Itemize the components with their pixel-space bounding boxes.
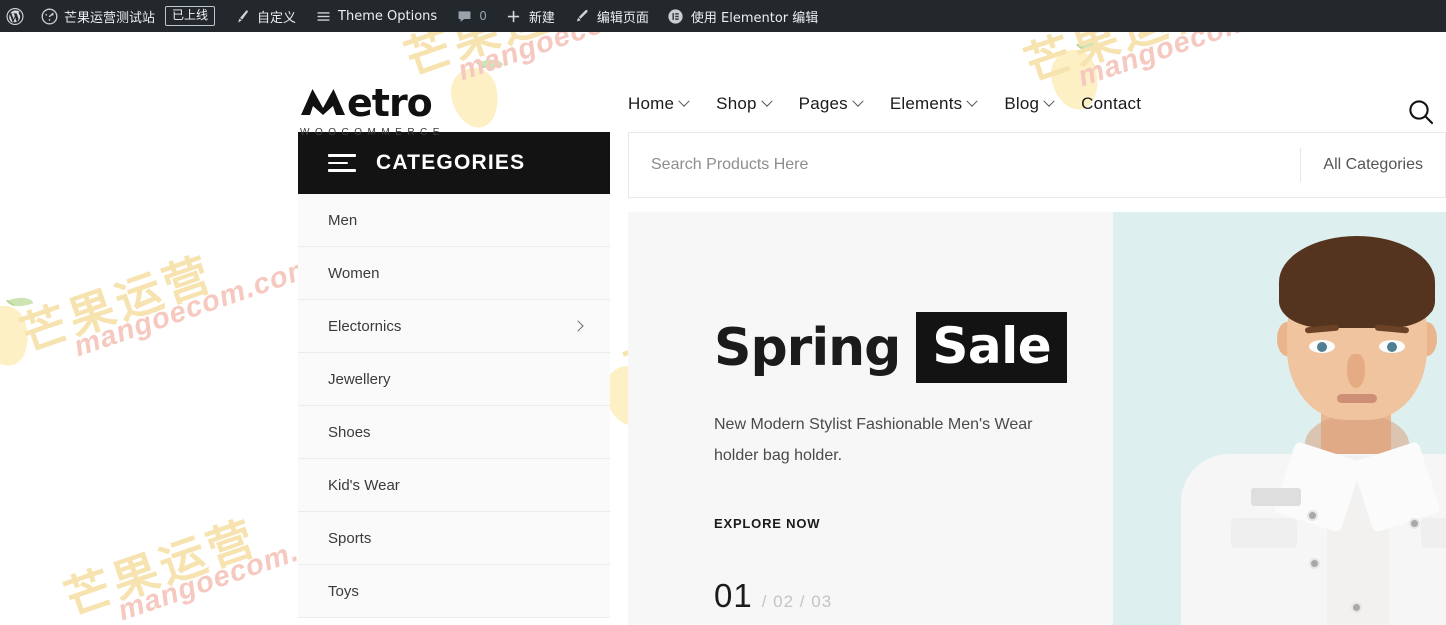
- category-label: Men: [328, 211, 358, 229]
- category-label: Toys: [328, 582, 359, 600]
- brush-icon: [233, 7, 251, 25]
- comment-count: 0: [479, 9, 487, 23]
- admin-bar-edit-page[interactable]: 编辑页面: [564, 0, 658, 32]
- slide-rest[interactable]: / 02 / 03: [762, 592, 832, 612]
- chevron-down-icon: [678, 95, 690, 107]
- nav-item-blog[interactable]: Blog: [1004, 94, 1055, 114]
- categories-header[interactable]: CATEGORIES: [298, 132, 610, 194]
- admin-bar-wordpress-logo[interactable]: [0, 0, 31, 32]
- product-search-bar: All Categories: [628, 132, 1446, 198]
- category-item-shoes[interactable]: Shoes: [298, 406, 610, 459]
- pencil-icon: [573, 7, 591, 25]
- category-item-jewellery[interactable]: Jewellery: [298, 353, 610, 406]
- right-column: All Categories Spring Sale New Modern St…: [628, 132, 1446, 625]
- nav-item-elements[interactable]: Elements: [889, 94, 979, 114]
- admin-bar-comments[interactable]: 0: [446, 0, 496, 32]
- slide-counter: 01 / 02 / 03: [714, 577, 1113, 615]
- hero-slider: Spring Sale New Modern Stylist Fashionab…: [628, 212, 1446, 625]
- chevron-down-icon: [761, 95, 773, 107]
- wordpress-admin-bar: 芒果运营测试站 已上线 自定义 Theme Options 0 新建 编辑页面 …: [0, 0, 1446, 32]
- category-item-kids-wear[interactable]: Kid's Wear: [298, 459, 610, 512]
- nav-label-elements: Elements: [889, 94, 963, 113]
- logo-text: etro: [347, 81, 433, 125]
- elementor-edit-label: 使用 Elementor 编辑: [690, 10, 819, 26]
- nav-item-shop[interactable]: Shop: [716, 94, 773, 114]
- search-input[interactable]: [629, 133, 1301, 197]
- explore-now-label: EXPLORE NOW: [714, 516, 821, 531]
- chevron-down-icon: [966, 95, 979, 107]
- nav-label-shop: Shop: [716, 94, 757, 113]
- hero-title: Spring Sale: [714, 312, 1113, 383]
- nav-label-pages: Pages: [798, 94, 848, 113]
- category-item-electornics[interactable]: Electornics: [298, 300, 610, 353]
- new-label: 新建: [528, 10, 555, 26]
- category-item-women[interactable]: Women: [298, 247, 610, 300]
- admin-bar-theme-options[interactable]: Theme Options: [305, 0, 446, 32]
- nav-label-home: Home: [628, 94, 675, 113]
- category-item-toys[interactable]: Toys: [298, 565, 610, 618]
- category-label: Shoes: [328, 423, 371, 441]
- hero-model-photo: [1181, 218, 1446, 625]
- customize-label: 自定义: [257, 10, 297, 26]
- page-root: 芒果运营测试站 已上线 自定义 Theme Options 0 新建 编辑页面 …: [0, 0, 1446, 625]
- chevron-down-icon: [852, 95, 864, 107]
- page-content: CATEGORIES Men Women Electornics Jewelle…: [0, 132, 1446, 625]
- hero-text-panel: Spring Sale New Modern Stylist Fashionab…: [628, 212, 1113, 625]
- comment-icon: [455, 7, 473, 25]
- site-status-badge: 已上线: [165, 6, 216, 26]
- admin-bar-new[interactable]: 新建: [496, 0, 564, 32]
- admin-bar-site-name[interactable]: 芒果运营测试站 已上线: [31, 0, 224, 32]
- hero-title-part1: Spring: [714, 317, 901, 378]
- admin-bar-elementor-edit[interactable]: 使用 Elementor 编辑: [658, 0, 827, 32]
- site-header: etro WOOCOMMERCE Home Shop Pages Element…: [0, 32, 1446, 138]
- wordpress-logo-icon: [6, 7, 24, 25]
- site-logo[interactable]: etro WOOCOMMERCE: [300, 84, 445, 140]
- category-label: Jewellery: [328, 370, 391, 388]
- category-item-men[interactable]: Men: [298, 194, 610, 247]
- search-category-value: All Categories: [1323, 156, 1423, 173]
- menu-lines-icon: [314, 7, 332, 25]
- admin-bar-customize[interactable]: 自定义: [224, 0, 305, 32]
- hero-title-part2: Sale: [916, 312, 1068, 383]
- nav-item-pages[interactable]: Pages: [798, 94, 864, 114]
- category-item-sports[interactable]: Sports: [298, 512, 610, 565]
- chevron-right-icon: [572, 320, 584, 332]
- elementor-icon: [667, 7, 685, 25]
- search-icon[interactable]: [1405, 96, 1437, 128]
- hero-subtitle: New Modern Stylist Fashionable Men's Wea…: [714, 416, 1033, 464]
- main-navigation: Home Shop Pages Elements Blog Contact: [628, 94, 1141, 114]
- logo-tagline: WOOCOMMERCE: [300, 127, 445, 138]
- nav-item-home[interactable]: Home: [628, 94, 690, 114]
- theme-options-label: Theme Options: [338, 8, 438, 24]
- category-label: Women: [328, 264, 380, 282]
- hero-image-panel: [1113, 212, 1446, 625]
- category-label: Electornics: [328, 317, 402, 335]
- categories-title: CATEGORIES: [376, 151, 526, 174]
- nav-label-blog: Blog: [1004, 94, 1040, 113]
- explore-now-button[interactable]: EXPLORE NOW: [714, 515, 820, 533]
- nav-item-contact[interactable]: Contact: [1081, 94, 1141, 114]
- logo-mountain-m-icon: [300, 86, 346, 120]
- categories-sidebar: CATEGORIES Men Women Electornics Jewelle…: [298, 132, 610, 618]
- site-name-label: 芒果运营测试站: [64, 10, 156, 26]
- slide-current[interactable]: 01: [714, 577, 753, 615]
- plus-icon: [505, 7, 523, 25]
- category-label: Sports: [328, 529, 372, 547]
- dashboard-icon: [40, 7, 58, 25]
- hamburger-menu-icon: [328, 154, 356, 172]
- nav-label-contact: Contact: [1081, 94, 1142, 113]
- category-label: Kid's Wear: [328, 476, 400, 494]
- search-category-dropdown[interactable]: All Categories: [1300, 148, 1445, 182]
- chevron-down-icon: [1043, 95, 1055, 107]
- edit-page-label: 编辑页面: [596, 10, 649, 26]
